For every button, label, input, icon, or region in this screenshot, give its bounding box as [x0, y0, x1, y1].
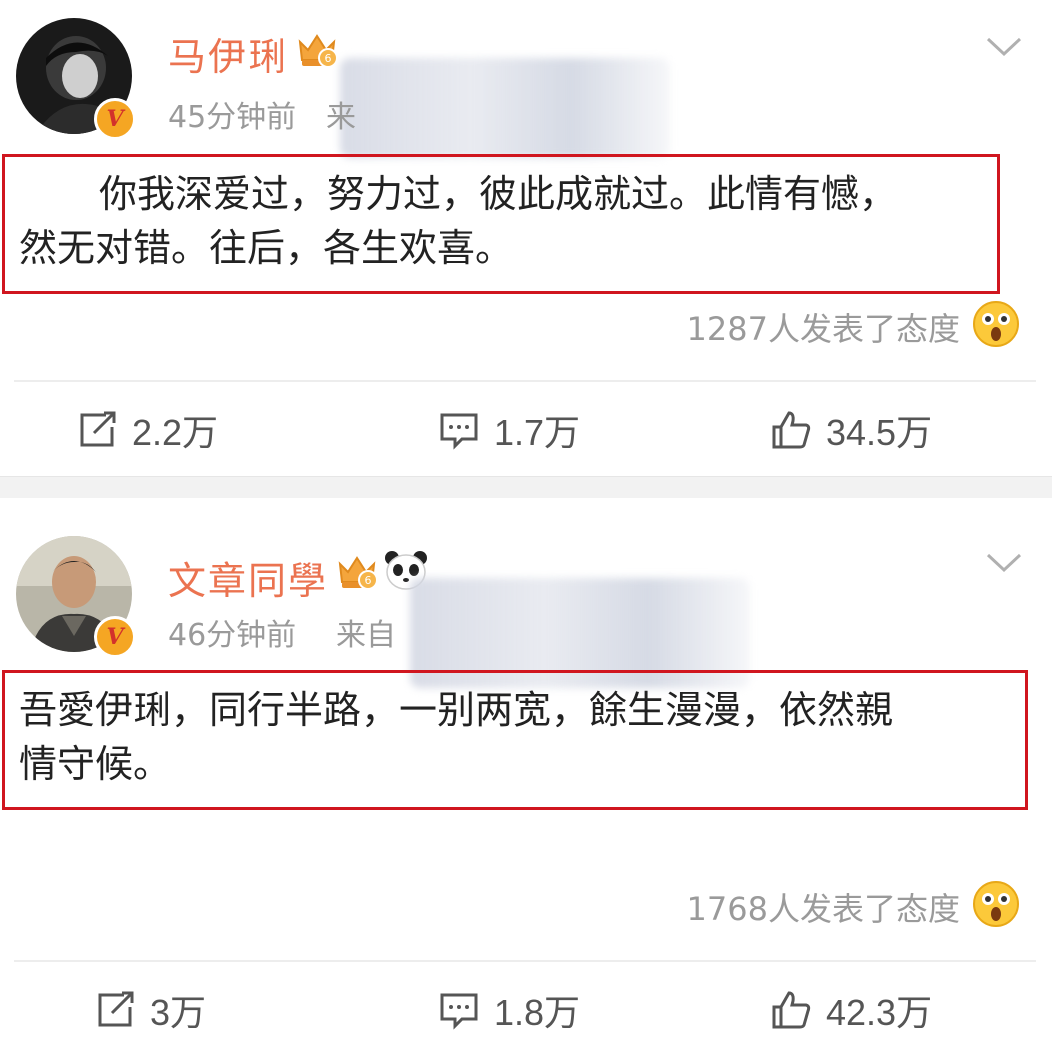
repost-icon: [98, 991, 134, 1027]
crown-level-icon: 6: [338, 556, 378, 590]
content-line: 情守候。: [19, 742, 172, 786]
thumbs-up-icon: [772, 991, 811, 1029]
post-time: 45分钟前: [168, 100, 297, 135]
like-button[interactable]: 34.5万: [770, 404, 932, 456]
post-content: 你我深爱过，努力过，彼此成就过。此情有憾， 然无对错。往后，各生欢喜。: [2, 154, 1000, 294]
username[interactable]: 马伊琍: [168, 26, 288, 81]
repost-count: 2.2万: [132, 412, 219, 453]
surprised-emoji-icon[interactable]: [972, 880, 1020, 928]
content-line: 你我深爱过，努力过，彼此成就过。此情有憾，: [99, 172, 898, 216]
repost-icon: [80, 411, 116, 447]
weibo-post: V 马伊琍 6 45分钟前 来 你我深爱过，努力过，彼此成就过。此情有憾， 然无…: [0, 0, 1052, 476]
verified-badge-icon: V: [94, 98, 136, 140]
attitude-count[interactable]: 1287人发表了态度: [560, 304, 960, 350]
verified-badge-icon: V: [94, 616, 136, 658]
comment-count: 1.7万: [494, 412, 581, 453]
username[interactable]: 文章同學: [168, 550, 328, 605]
repost-button[interactable]: 3万: [94, 984, 206, 1036]
post-source: 来: [326, 100, 356, 135]
thumbs-up-icon: [772, 411, 811, 449]
post-source: 来自: [336, 618, 396, 653]
chevron-down-icon[interactable]: [986, 36, 1022, 58]
comment-count: 1.8万: [494, 992, 581, 1033]
post-content: 吾愛伊琍，同行半路，一别两宽，餘生漫漫，依然親 情守候。: [2, 670, 1028, 810]
divider: [14, 960, 1036, 962]
like-count: 42.3万: [826, 992, 933, 1033]
surprised-emoji-icon[interactable]: [972, 300, 1020, 348]
content-line: 吾愛伊琍，同行半路，一别两宽，餘生漫漫，依然親: [19, 688, 894, 732]
post-time: 46分钟前: [168, 618, 297, 653]
crown-level-icon: 6: [298, 34, 338, 68]
chevron-down-icon[interactable]: [986, 552, 1022, 574]
svg-text:6: 6: [325, 52, 332, 65]
comment-button[interactable]: 1.7万: [438, 404, 580, 456]
divider: [14, 380, 1036, 382]
content-line: 然无对错。往后，各生欢喜。: [19, 226, 514, 270]
like-button[interactable]: 42.3万: [770, 984, 932, 1036]
repost-button[interactable]: 2.2万: [76, 404, 218, 456]
redacted-area: [340, 58, 670, 158]
repost-count: 3万: [150, 992, 207, 1033]
comment-button[interactable]: 1.8万: [438, 984, 580, 1036]
weibo-post: V 文章同學 6 46分钟前 来自 吾愛伊琍，同行半路，一别两宽，餘生漫漫，依然…: [0, 498, 1052, 1045]
like-count: 34.5万: [826, 412, 933, 453]
post-separator: [0, 476, 1052, 500]
attitude-count[interactable]: 1768人发表了态度: [560, 884, 960, 930]
svg-text:6: 6: [365, 574, 372, 587]
comment-icon: [440, 413, 478, 450]
comment-icon: [440, 993, 478, 1030]
